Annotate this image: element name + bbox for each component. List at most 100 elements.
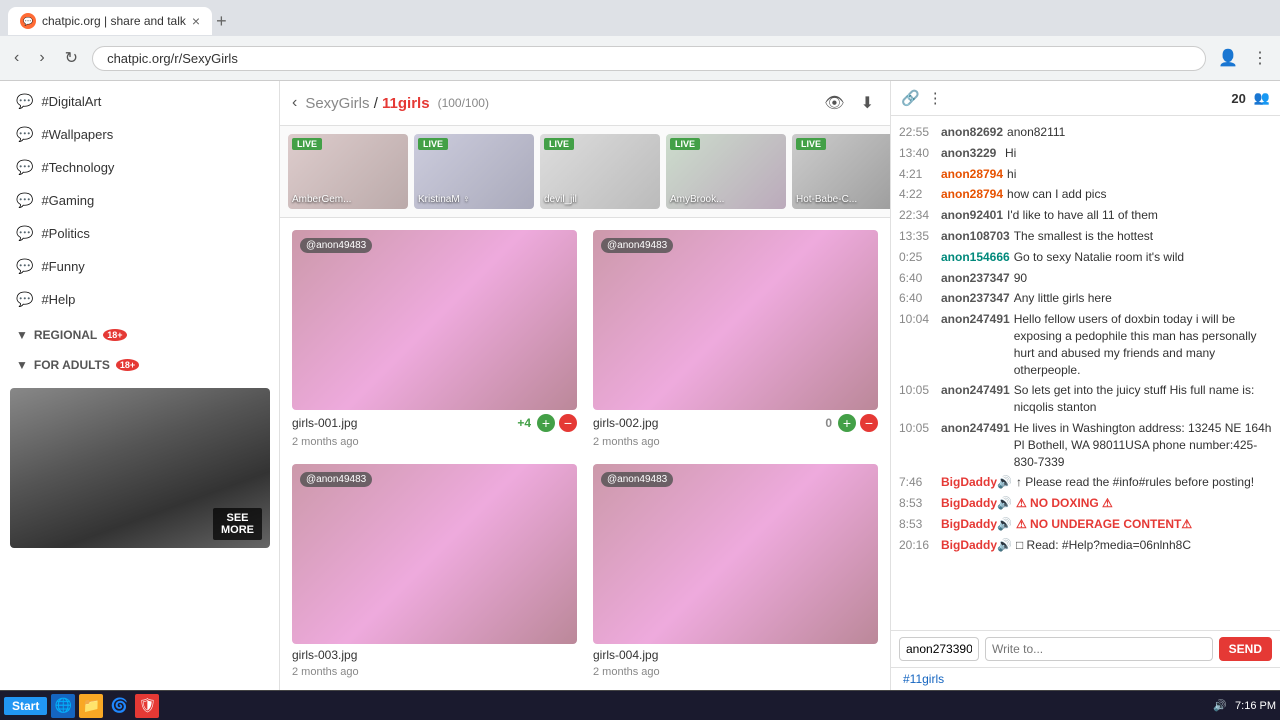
gallery-item-2: @anon49483 girls-003.jpg 2 months ago bbox=[292, 464, 577, 678]
taskbar-chrome-icon[interactable]: 🌀 bbox=[107, 694, 131, 718]
chat-msg-username: BigDaddy🔊 bbox=[941, 537, 1012, 554]
chat-msg-username: anon247491 bbox=[941, 311, 1010, 378]
gallery-image-0[interactable]: @anon49483 bbox=[292, 230, 577, 410]
taskbar: Start 🌐 📁 🌀 🛡 🔊 7:16 PM bbox=[0, 690, 1280, 720]
chat-header: 🔗 ⋮ 20 👥 bbox=[891, 81, 1280, 116]
chat-messages: 22:55anon82692anon8211113:40anon3229Hi4:… bbox=[891, 116, 1280, 630]
browser-tab[interactable]: 💬 chatpic.org | share and talk × bbox=[8, 7, 212, 35]
gallery-filename-1: girls-002.jpg bbox=[593, 416, 819, 430]
gallery-plus-btn-0[interactable]: + bbox=[537, 414, 555, 432]
sidebar-item-gaming[interactable]: 💬 #Gaming bbox=[0, 184, 279, 217]
sidebar-item-politics[interactable]: 💬 #Politics bbox=[0, 217, 279, 250]
chat-msg-time: 0:25 bbox=[899, 249, 937, 266]
chat-msg-username: anon247491 bbox=[941, 420, 1010, 470]
gallery-image-1[interactable]: @anon49483 bbox=[593, 230, 878, 410]
chat-msg-text: He lives in Washington address: 13245 NE… bbox=[1014, 420, 1272, 470]
chat-icon: 💬 bbox=[16, 291, 33, 308]
chat-msg-username: anon92401 bbox=[941, 207, 1003, 224]
back-room-btn[interactable]: ‹ bbox=[292, 94, 297, 112]
chat-msg-time: 13:40 bbox=[899, 145, 937, 162]
sidebar-item-funny[interactable]: 💬 #Funny bbox=[0, 250, 279, 283]
gallery-minus-btn-1[interactable]: − bbox=[860, 414, 878, 432]
live-card-0[interactable]: LIVE AmberGem... bbox=[288, 134, 408, 209]
regional-badge: 18+ bbox=[103, 329, 126, 341]
chat-msg-time: 22:34 bbox=[899, 207, 937, 224]
sidebar-adults-header[interactable]: ▼ FOR ADULTS 18+ bbox=[0, 350, 279, 380]
sidebar: 💬 #DigitalArt 💬 #Wallpapers 💬 #Technolog… bbox=[0, 81, 280, 690]
chat-message-row: 4:22anon28794how can I add pics bbox=[899, 184, 1272, 205]
chat-msg-username: BigDaddy🔊 bbox=[941, 474, 1012, 491]
live-card-4[interactable]: LIVE Hot-Babe-C... bbox=[792, 134, 890, 209]
gallery-item-0: @anon49483 girls-001.jpg +4 + − 2 months… bbox=[292, 230, 577, 448]
forward-btn[interactable]: › bbox=[33, 45, 50, 71]
taskbar-folder-icon[interactable]: 📁 bbox=[79, 694, 103, 718]
account-btn[interactable]: 👤 bbox=[1214, 44, 1242, 72]
chat-username-input[interactable] bbox=[899, 637, 979, 661]
gallery-plus-btn-1[interactable]: + bbox=[838, 414, 856, 432]
room-channel: SexyGirls bbox=[305, 95, 369, 112]
tab-close-btn[interactable]: × bbox=[192, 13, 200, 29]
gallery-image-3[interactable]: @anon49483 bbox=[593, 464, 878, 644]
browser-menu-btn[interactable]: ⋮ bbox=[1248, 44, 1272, 72]
gallery-item-3: @anon49483 girls-004.jpg 2 months ago bbox=[593, 464, 878, 678]
live-badge-3: LIVE bbox=[670, 138, 700, 150]
sidebar-regional-header[interactable]: ▼ REGIONAL 18+ bbox=[0, 320, 279, 350]
chat-menu-btn[interactable]: ⋮ bbox=[928, 89, 943, 107]
room-name: 11girls bbox=[382, 95, 430, 112]
start-btn[interactable]: Start bbox=[4, 697, 47, 715]
tab-favicon: 💬 bbox=[20, 13, 36, 29]
gallery-info-3: girls-004.jpg bbox=[593, 644, 878, 666]
address-bar[interactable] bbox=[92, 46, 1206, 71]
chat-message-row: 13:40anon3229Hi bbox=[899, 143, 1272, 164]
live-name-1: KristinaM ♀ bbox=[418, 194, 470, 205]
chat-msg-time: 6:40 bbox=[899, 290, 937, 307]
sidebar-item-technology[interactable]: 💬 #Technology bbox=[0, 151, 279, 184]
live-card-2[interactable]: LIVE devil_jil bbox=[540, 134, 660, 209]
gallery-image-2[interactable]: @anon49483 bbox=[292, 464, 577, 644]
chat-msg-text: Hi bbox=[1005, 145, 1272, 162]
gallery-date-3: 2 months ago bbox=[593, 666, 878, 678]
sidebar-item-help[interactable]: 💬 #Help bbox=[0, 283, 279, 316]
room-header: ‹ SexyGirls / 11girls (100/100) 👁 ⬇ bbox=[280, 81, 890, 126]
sidebar-item-wallpapers[interactable]: 💬 #Wallpapers bbox=[0, 118, 279, 151]
eye-btn[interactable]: 👁 bbox=[820, 89, 848, 117]
chat-msg-username: anon154666 bbox=[941, 249, 1010, 266]
room-separator: / bbox=[374, 95, 382, 112]
live-name-0: AmberGem... bbox=[292, 194, 351, 205]
live-card-3[interactable]: LIVE AmyBrook... bbox=[666, 134, 786, 209]
new-tab-btn[interactable]: + bbox=[216, 11, 227, 32]
sidebar-item-digital-art[interactable]: 💬 #DigitalArt bbox=[0, 85, 279, 118]
chat-send-btn[interactable]: SEND bbox=[1219, 637, 1272, 661]
live-card-1[interactable]: LIVE KristinaM ♀ bbox=[414, 134, 534, 209]
chat-header-actions: 20 👥 bbox=[1231, 90, 1270, 106]
gallery-item-1: @anon49483 girls-002.jpg 0 + − 2 months … bbox=[593, 230, 878, 448]
refresh-btn[interactable]: ↻ bbox=[59, 44, 84, 72]
chat-message-row: 10:04anon247491Hello fellow users of dox… bbox=[899, 309, 1272, 380]
live-badge-0: LIVE bbox=[292, 138, 322, 150]
sidebar-adults-label: FOR ADULTS bbox=[34, 358, 110, 372]
see-more-label[interactable]: SEE MORE bbox=[213, 508, 262, 540]
live-name-2: devil_jil bbox=[544, 194, 577, 205]
chat-msg-username: anon28794 bbox=[941, 186, 1003, 203]
live-badge-2: LIVE bbox=[544, 138, 574, 150]
back-btn[interactable]: ‹ bbox=[8, 45, 25, 71]
live-badge-1: LIVE bbox=[418, 138, 448, 150]
chat-message-input[interactable] bbox=[985, 637, 1213, 661]
sidebar-item-label: #Funny bbox=[41, 259, 84, 274]
chat-message-row: 8:53BigDaddy🔊⚠ NO UNDERAGE CONTENT⚠ bbox=[899, 514, 1272, 535]
chat-message-row: 6:40anon23734790 bbox=[899, 268, 1272, 289]
chat-msg-text: ↑ Please read the #info#rules before pos… bbox=[1016, 474, 1272, 491]
download-btn[interactable]: ⬇ bbox=[857, 89, 878, 117]
chat-link-btn[interactable]: 🔗 bbox=[901, 89, 920, 107]
sidebar-item-label: #Politics bbox=[41, 226, 89, 241]
chat-msg-text: ⚠ NO UNDERAGE CONTENT⚠ bbox=[1016, 516, 1272, 533]
chat-hashtag[interactable]: #11girls bbox=[891, 667, 1280, 690]
sidebar-preview: SEE MORE bbox=[10, 388, 270, 548]
gallery-filename-0: girls-001.jpg bbox=[292, 416, 511, 430]
taskbar-shield-icon[interactable]: 🛡 bbox=[135, 694, 159, 718]
taskbar-ie-icon[interactable]: 🌐 bbox=[51, 694, 75, 718]
gallery-minus-btn-0[interactable]: − bbox=[559, 414, 577, 432]
gallery-date-1: 2 months ago bbox=[593, 436, 878, 448]
gallery-info-1: girls-002.jpg 0 + − bbox=[593, 410, 878, 436]
chat-msg-text: □ Read: #Help?media=06nlnh8C bbox=[1016, 537, 1272, 554]
